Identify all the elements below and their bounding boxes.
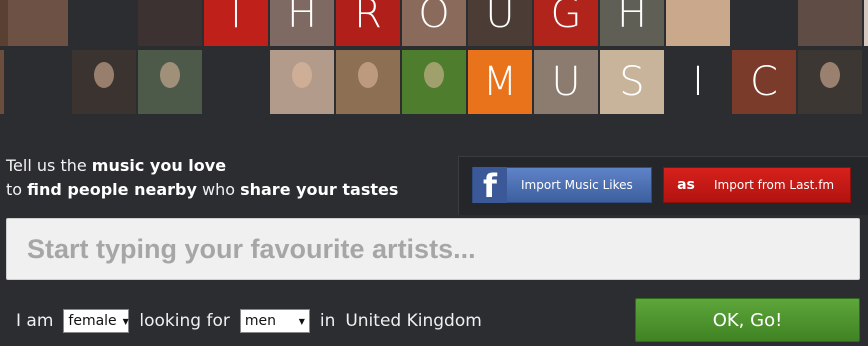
filter-row: I am female ▼ looking for men ▼ in Unite… [16, 308, 482, 334]
header-letter-tile: U [468, 0, 532, 46]
header-letter-tile: C [732, 50, 796, 114]
import-lastfm-label: Import from Last.fm [714, 178, 835, 192]
facebook-icon: f [473, 167, 507, 203]
lastfm-icon: as [677, 177, 695, 193]
gender-select[interactable]: female ▼ [63, 309, 130, 333]
seeking-select[interactable]: men ▼ [239, 309, 310, 333]
photo-tile [72, 50, 136, 114]
photo-tile [864, 0, 868, 46]
photo-tile [138, 50, 202, 114]
header-letter-tile: G [534, 0, 598, 46]
seeking-value: men [244, 313, 276, 329]
looking-for-label: looking for [139, 311, 230, 331]
photo-tile [798, 50, 862, 114]
header-letter-tile: S [600, 50, 664, 114]
ok-go-button[interactable]: OK, Go! [635, 298, 860, 342]
import-panel: f Import Music Likes as Import from Last… [458, 156, 868, 215]
artist-search-input[interactable] [7, 219, 859, 279]
header-letter-tile: T [204, 0, 268, 46]
photo-tile [8, 0, 68, 46]
artist-search-box [6, 218, 860, 280]
photo-tile [336, 50, 400, 114]
i-am-label: I am [16, 311, 54, 331]
header-letter-tile: I [666, 50, 730, 114]
photo-tile [402, 50, 466, 114]
dropdown-arrow-icon: ▼ [298, 316, 305, 326]
photo-tile [0, 50, 4, 114]
photo-tile [666, 0, 730, 46]
photo-tile [138, 0, 202, 46]
header-letter-tile: H [600, 0, 664, 46]
import-facebook-label: Import Music Likes [521, 178, 633, 192]
photo-tile [798, 0, 862, 46]
header-letter-tile: U [534, 50, 598, 114]
intro-line-2: to find people nearby who share your tas… [6, 180, 399, 199]
header-letter-tile: R [336, 0, 400, 46]
intro-line-1: Tell us the music you love [6, 156, 227, 175]
header-letter-tile: O [402, 0, 466, 46]
header-letter-tile: H [270, 0, 334, 46]
intro-text: Tell us the music you love to find peopl… [6, 154, 398, 202]
dropdown-arrow-icon: ▼ [122, 316, 129, 326]
in-label: in [319, 311, 336, 331]
location-value: United Kingdom [345, 311, 482, 331]
gender-value: female [68, 313, 117, 329]
import-facebook-button[interactable]: f Import Music Likes [472, 167, 652, 203]
header-letter-tile: M [468, 50, 532, 114]
header-mosaic: T H R O U G H M U S I C [0, 0, 868, 116]
photo-tile [270, 50, 334, 114]
import-lastfm-button[interactable]: as Import from Last.fm [663, 167, 851, 203]
